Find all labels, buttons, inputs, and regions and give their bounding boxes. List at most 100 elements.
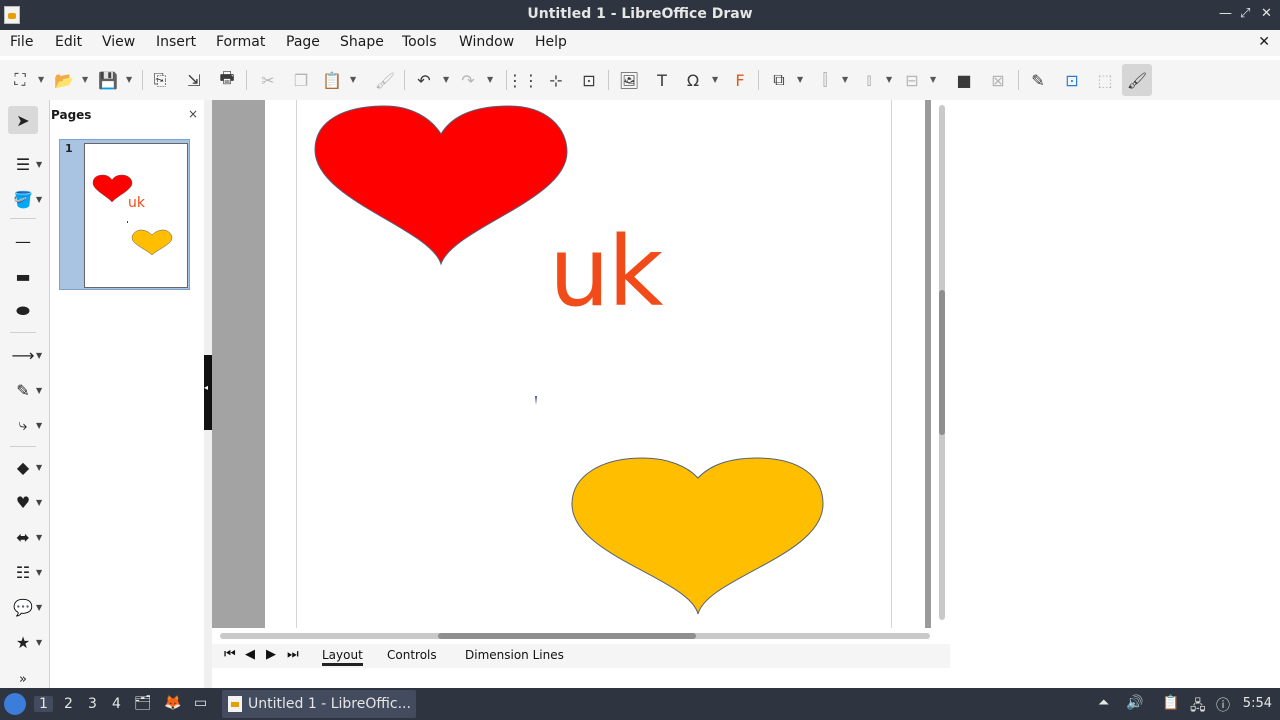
- horizontal-scrollbar[interactable]: [212, 628, 950, 644]
- flowchart-icon[interactable]: ☷: [8, 558, 38, 586]
- file-manager-icon[interactable]: 🗂: [134, 695, 152, 711]
- chevron-down-icon[interactable]: ▼: [36, 351, 42, 360]
- insert-image-icon[interactable]: 🖼: [617, 68, 641, 92]
- toggle-extrusion-icon[interactable]: ⬚: [1093, 68, 1117, 92]
- vertical-scroll-thumb[interactable]: [939, 290, 945, 435]
- redo-icon[interactable]: ↷: [456, 68, 480, 92]
- volume-icon[interactable]: 🔊: [1126, 695, 1143, 711]
- chevron-down-icon[interactable]: ▼: [842, 75, 848, 84]
- horizontal-scroll-thumb[interactable]: [438, 633, 696, 639]
- points-icon[interactable]: ✎: [1026, 68, 1050, 92]
- fill-color-icon[interactable]: 🪣: [8, 185, 38, 213]
- chevron-down-icon[interactable]: ▼: [350, 75, 356, 84]
- open-icon[interactable]: 📂: [52, 68, 76, 92]
- workspace-1[interactable]: 1: [34, 696, 53, 712]
- next-page-button[interactable]: ▶: [266, 647, 276, 662]
- page-thumbnail[interactable]: 1 uk: [59, 139, 190, 290]
- chevron-down-icon[interactable]: ▼: [36, 160, 42, 169]
- menu-format[interactable]: Format: [216, 34, 265, 50]
- chevron-down-icon[interactable]: ▼: [36, 386, 42, 395]
- drawing-canvas[interactable]: uk: [212, 100, 950, 628]
- workspace-3[interactable]: 3: [88, 696, 97, 712]
- yellow-heart-shape[interactable]: [571, 457, 824, 615]
- grid-icon[interactable]: ⋮⋮: [507, 68, 539, 92]
- copy-icon[interactable]: ❐: [289, 68, 313, 92]
- basic-shapes-icon[interactable]: ◆: [8, 453, 38, 481]
- undo-icon[interactable]: ↶: [412, 68, 436, 92]
- small-marker-shape[interactable]: [535, 396, 537, 405]
- chevron-down-icon[interactable]: ▼: [36, 421, 42, 430]
- glue-points-icon[interactable]: ⊡: [1060, 68, 1084, 92]
- menu-view[interactable]: View: [102, 34, 135, 50]
- show-draw-functions-icon[interactable]: 🖌: [1122, 64, 1152, 96]
- transformations-icon[interactable]: ⧉: [767, 68, 791, 92]
- menu-tools[interactable]: Tools: [402, 34, 437, 50]
- workspace-2[interactable]: 2: [64, 696, 73, 712]
- select-mode-icon[interactable]: ⛶: [8, 68, 32, 92]
- first-page-button[interactable]: ⏮: [224, 647, 236, 662]
- zoom-pan-icon[interactable]: ⊡: [577, 68, 601, 92]
- minimize-button[interactable]: —: [1219, 6, 1232, 21]
- callouts-icon[interactable]: 💬: [8, 593, 38, 621]
- vertical-scrollbar[interactable]: [935, 100, 950, 628]
- desktop-icon[interactable]: ▭: [194, 695, 207, 711]
- special-character-icon[interactable]: Ω: [681, 68, 705, 92]
- rectangle-tool-icon[interactable]: ▬: [8, 262, 38, 290]
- line-color-icon[interactable]: ☰: [8, 150, 38, 178]
- menu-edit[interactable]: Edit: [55, 34, 82, 50]
- chevron-down-icon[interactable]: ▼: [38, 75, 44, 84]
- taskbar-app-libreoffice[interactable]: Untitled 1 - LibreOffic...: [222, 690, 416, 718]
- network-icon[interactable]: 🖧: [1190, 695, 1206, 719]
- crop-icon[interactable]: ⊠: [986, 68, 1010, 92]
- shadow-icon[interactable]: ■: [952, 68, 976, 92]
- previous-page-button[interactable]: ◀: [245, 647, 255, 662]
- start-menu-icon[interactable]: [4, 693, 26, 715]
- notification-icon[interactable]: ⓘ: [1216, 695, 1230, 715]
- stars-icon[interactable]: ★: [8, 628, 38, 656]
- uk-text-object[interactable]: uk: [549, 224, 663, 320]
- connector-tool-icon[interactable]: ⤷: [8, 411, 38, 439]
- chevron-down-icon[interactable]: ▼: [36, 638, 42, 647]
- chevron-down-icon[interactable]: ▼: [36, 463, 42, 472]
- export-pdf-icon[interactable]: ⇲: [182, 68, 206, 92]
- menu-page[interactable]: Page: [286, 34, 320, 50]
- export-icon[interactable]: ⎘: [148, 68, 172, 92]
- chevron-down-icon[interactable]: ▼: [487, 75, 493, 84]
- arrow-line-icon[interactable]: ⟶: [8, 341, 38, 369]
- chevron-down-icon[interactable]: ▼: [36, 603, 42, 612]
- red-heart-shape[interactable]: [314, 105, 568, 266]
- chevron-down-icon[interactable]: ▼: [36, 498, 42, 507]
- menu-shape[interactable]: Shape: [340, 34, 384, 50]
- arrange-icon[interactable]: ⫾: [857, 68, 881, 92]
- fontwork-icon[interactable]: F: [728, 68, 752, 92]
- insert-textbox-icon[interactable]: T: [650, 68, 674, 92]
- chevron-down-icon[interactable]: ▼: [930, 75, 936, 84]
- close-panel-button[interactable]: ×: [188, 107, 198, 121]
- cut-icon[interactable]: ✂: [256, 68, 280, 92]
- select-arrow-icon[interactable]: ➤: [8, 106, 38, 134]
- last-page-button[interactable]: ⏭: [287, 647, 299, 662]
- clipboard-icon[interactable]: 📋: [1162, 695, 1179, 711]
- align-icon[interactable]: ⫿: [813, 68, 837, 92]
- panel-splitter[interactable]: [204, 100, 212, 688]
- chevron-down-icon[interactable]: ▼: [126, 75, 132, 84]
- chevron-down-icon[interactable]: ▼: [36, 533, 42, 542]
- menu-file[interactable]: File: [10, 34, 33, 50]
- curve-tool-icon[interactable]: ✎: [8, 376, 38, 404]
- menu-insert[interactable]: Insert: [156, 34, 196, 50]
- block-arrows-icon[interactable]: ⬌: [8, 523, 38, 551]
- chevron-down-icon[interactable]: ▼: [36, 195, 42, 204]
- close-window-button[interactable]: ✕: [1261, 6, 1272, 21]
- collapse-panel-handle[interactable]: [204, 355, 212, 430]
- line-tool-icon[interactable]: —: [8, 227, 38, 255]
- close-document-button[interactable]: ✕: [1258, 34, 1270, 50]
- chevron-down-icon[interactable]: ▼: [443, 75, 449, 84]
- workspace-4[interactable]: 4: [112, 696, 121, 712]
- paste-icon[interactable]: 📋: [320, 68, 344, 92]
- chevron-down-icon[interactable]: ▼: [797, 75, 803, 84]
- firefox-icon[interactable]: 🦊: [164, 695, 181, 711]
- menu-help[interactable]: Help: [535, 34, 567, 50]
- distribute-icon[interactable]: ⊟: [900, 68, 924, 92]
- print-icon[interactable]: 🖶: [215, 68, 239, 92]
- tab-dimension-lines[interactable]: Dimension Lines: [465, 648, 564, 662]
